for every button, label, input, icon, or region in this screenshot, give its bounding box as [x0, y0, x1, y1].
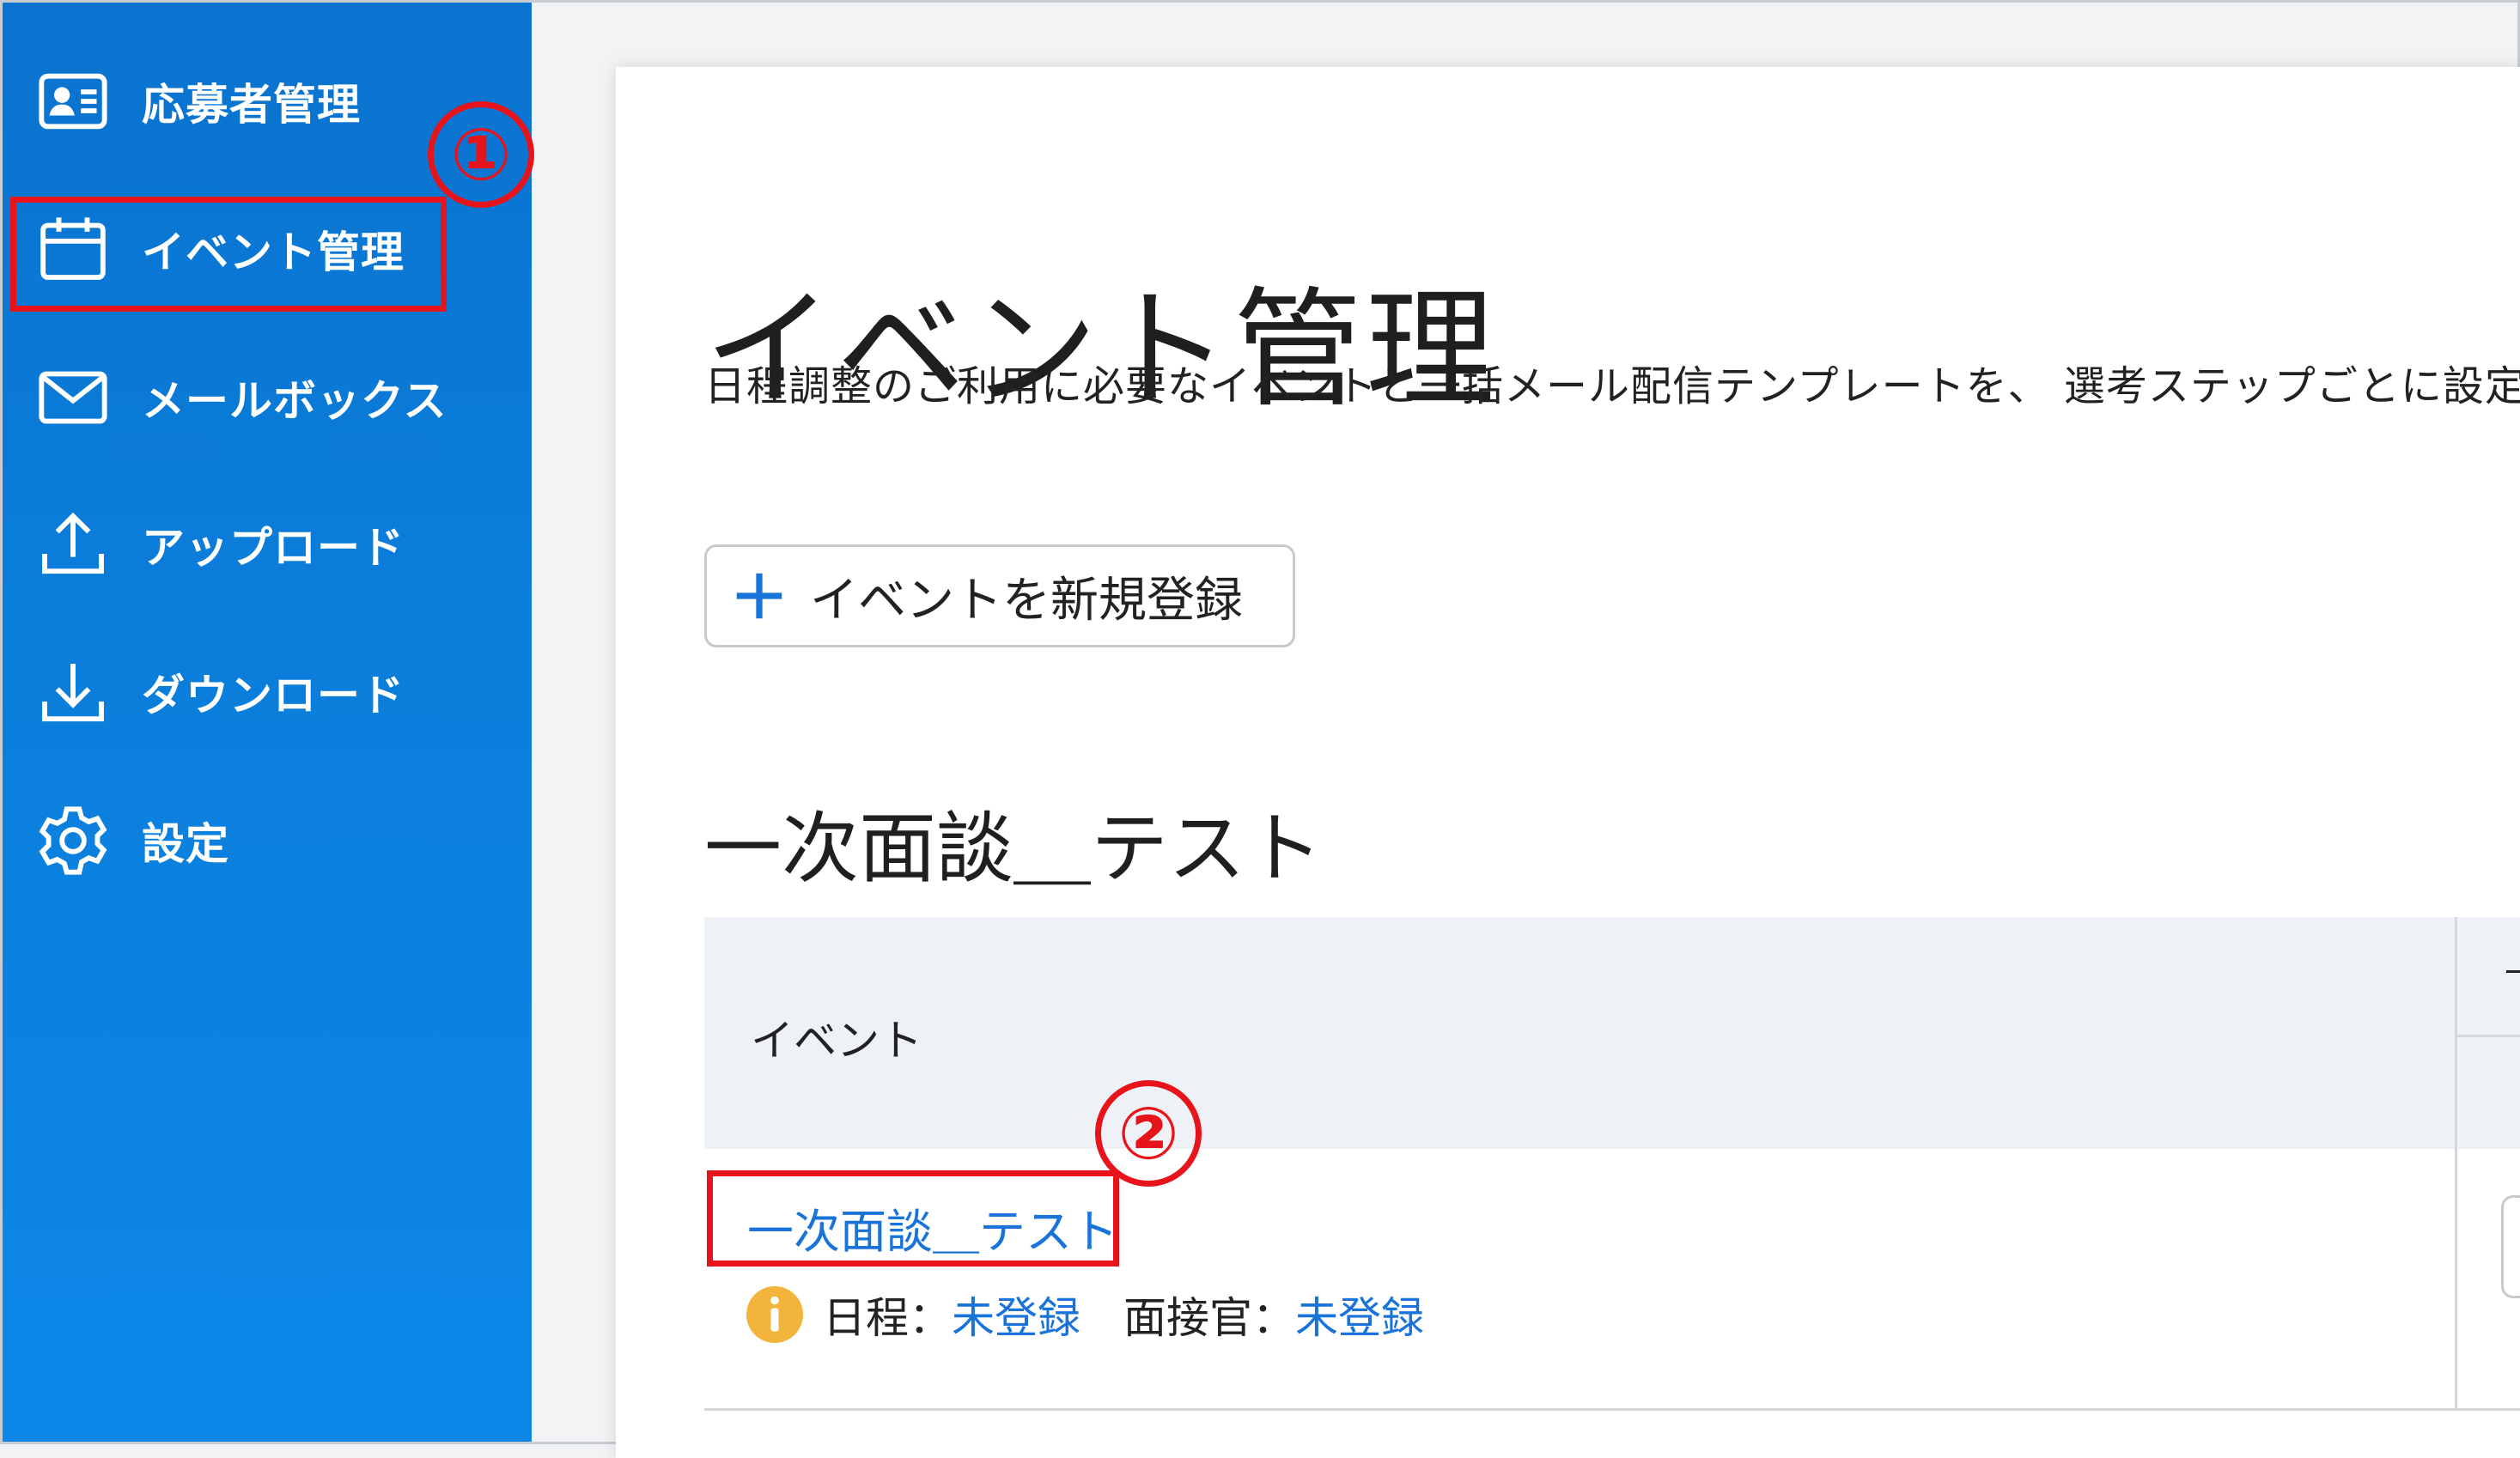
applicant-card-icon — [33, 62, 113, 141]
section-title: 一次面談＿テスト — [704, 804, 1323, 894]
mail-icon — [33, 358, 113, 437]
highlight-box-step1 — [10, 197, 447, 312]
upload-icon — [33, 505, 113, 584]
schedule-value-link[interactable]: 未登録 — [952, 1284, 1080, 1346]
download-icon — [33, 653, 113, 732]
highlight-box-step2 — [707, 1170, 1119, 1267]
sidebar-item-download[interactable]: ダウンロード — [33, 645, 480, 739]
info-icon — [746, 1286, 803, 1343]
row-divider — [704, 1408, 2520, 1411]
event-status-row: 日程： 未登録 面接官： 未登録 — [744, 1284, 1424, 1346]
interviewer-label: 面接官： — [1123, 1293, 1295, 1343]
table-header-right-cell — [2457, 917, 2520, 1149]
sidebar-item-applicants[interactable]: 応募者管理 — [33, 54, 480, 149]
sidebar-item-upload[interactable]: アップロード — [33, 497, 480, 592]
column-header-right — [2506, 970, 2520, 973]
column-header-event: イベント — [751, 1016, 922, 1066]
add-event-button[interactable]: イベントを新規登録 — [704, 544, 1295, 647]
step1-badge: ① — [428, 101, 534, 208]
interviewer-value-link[interactable]: 未登録 — [1295, 1284, 1424, 1346]
row-action-button[interactable] — [2501, 1195, 2520, 1298]
step2-badge: ② — [1095, 1080, 1202, 1187]
sidebar-item-label: アップロード — [142, 523, 405, 573]
table-header: イベント — [704, 917, 2456, 1149]
sidebar-item-label: メールボックス — [142, 376, 447, 426]
column-divider — [2455, 917, 2457, 1411]
table-header-divider — [2457, 1035, 2520, 1037]
sidebar-item-label: 応募者管理 — [142, 80, 361, 130]
plus-icon — [736, 573, 782, 619]
sidebar-item-label: ダウンロード — [142, 671, 405, 720]
sidebar-item-settings[interactable]: 設定 — [33, 793, 480, 888]
gear-icon — [33, 801, 113, 880]
page-description: 日程調整のご利用に必要なイベントと一括メール配信テンプレートを、 選考ステップご… — [704, 362, 2520, 410]
add-event-label: イベントを新規登録 — [810, 572, 1243, 629]
schedule-label: 日程： — [823, 1293, 952, 1343]
sidebar-item-mailbox[interactable]: メールボックス — [33, 350, 480, 445]
sidebar-item-label: 設定 — [142, 819, 229, 869]
